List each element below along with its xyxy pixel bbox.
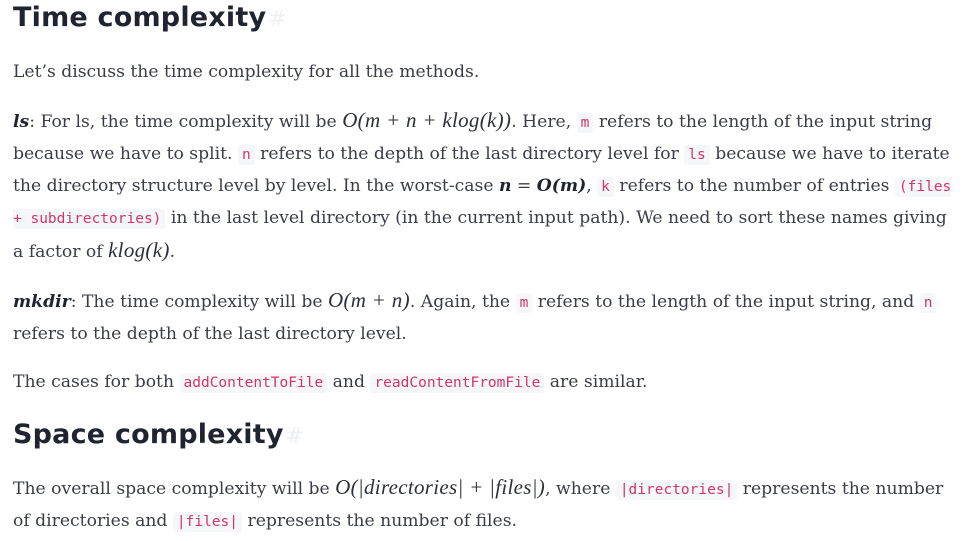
- space-complexity-anchor-link[interactable]: #: [286, 424, 305, 449]
- mkdir-paragraph: mkdir: The time complexity will be O(m +…: [13, 285, 956, 350]
- ls-text-2: . Here,: [511, 112, 577, 132]
- code-directories: |directories|: [615, 480, 738, 500]
- code-n: n: [237, 145, 255, 165]
- space-complexity-heading: Space complexity#: [13, 417, 956, 455]
- ls-text-8: refers to the number of entries: [613, 176, 895, 196]
- space-text-4: represents the number of files.: [242, 511, 517, 531]
- ls-text-1: : For ls, the time complexity will be: [29, 112, 343, 132]
- cases-text-2: and: [327, 372, 371, 392]
- code-files: |files|: [172, 512, 243, 532]
- mkdir-term: mkdir: [13, 292, 71, 312]
- time-complexity-anchor-link[interactable]: #: [268, 7, 287, 32]
- ls-term: ls: [13, 112, 30, 132]
- mkdir-text-1: : The time complexity will be: [70, 292, 328, 312]
- ls-paragraph: ls: For ls, the time complexity will be …: [13, 105, 956, 268]
- intro-paragraph: Let’s discuss the time complexity for al…: [13, 62, 480, 82]
- time-complexity-title: Time complexity: [13, 2, 267, 33]
- mkdir-complexity-formula: O(m + n): [327, 288, 410, 312]
- code-n: n: [919, 293, 937, 313]
- mkdir-text-4: refers to the depth of the last director…: [13, 324, 407, 344]
- code-k: k: [597, 177, 614, 197]
- sort-factor-formula: klog(k): [108, 238, 170, 262]
- space-complexity-title: Space complexity: [13, 419, 284, 450]
- code-read-content-from-file: readContentFromFile: [370, 373, 545, 393]
- code-m: m: [515, 293, 533, 313]
- space-complexity-formula: O(|directories| + |files|): [335, 475, 546, 499]
- ls-text-6: =: [511, 176, 537, 196]
- space-paragraph: The overall space complexity will be O(|…: [13, 472, 956, 538]
- code-ls: ls: [684, 145, 710, 165]
- ls-complexity-formula: O(m + n + klog(k)): [342, 108, 512, 132]
- worst-case-n: n: [498, 176, 512, 196]
- worst-case-om: O(m): [536, 176, 587, 196]
- ls-text-4: refers to the depth of the last director…: [254, 144, 685, 164]
- mkdir-text-2: . Again, the: [409, 292, 516, 312]
- code-add-content-to-file: addContentToFile: [179, 373, 328, 393]
- mkdir-text-3: refers to the length of the input string…: [532, 292, 920, 312]
- ls-text-7: ,: [586, 176, 598, 196]
- ls-text-10: .: [169, 242, 176, 262]
- cases-paragraph: The cases for both addContentToFile and …: [13, 367, 956, 399]
- space-text-2: , where: [545, 479, 616, 499]
- space-text-1: The overall space complexity will be: [13, 479, 336, 499]
- time-complexity-heading: Time complexity#: [13, 0, 956, 38]
- cases-text-1: The cases for both: [13, 372, 180, 392]
- article: Time complexity# Let’s discuss the time …: [0, 0, 964, 538]
- code-m: m: [576, 113, 594, 133]
- cases-text-3: are similar.: [544, 372, 648, 392]
